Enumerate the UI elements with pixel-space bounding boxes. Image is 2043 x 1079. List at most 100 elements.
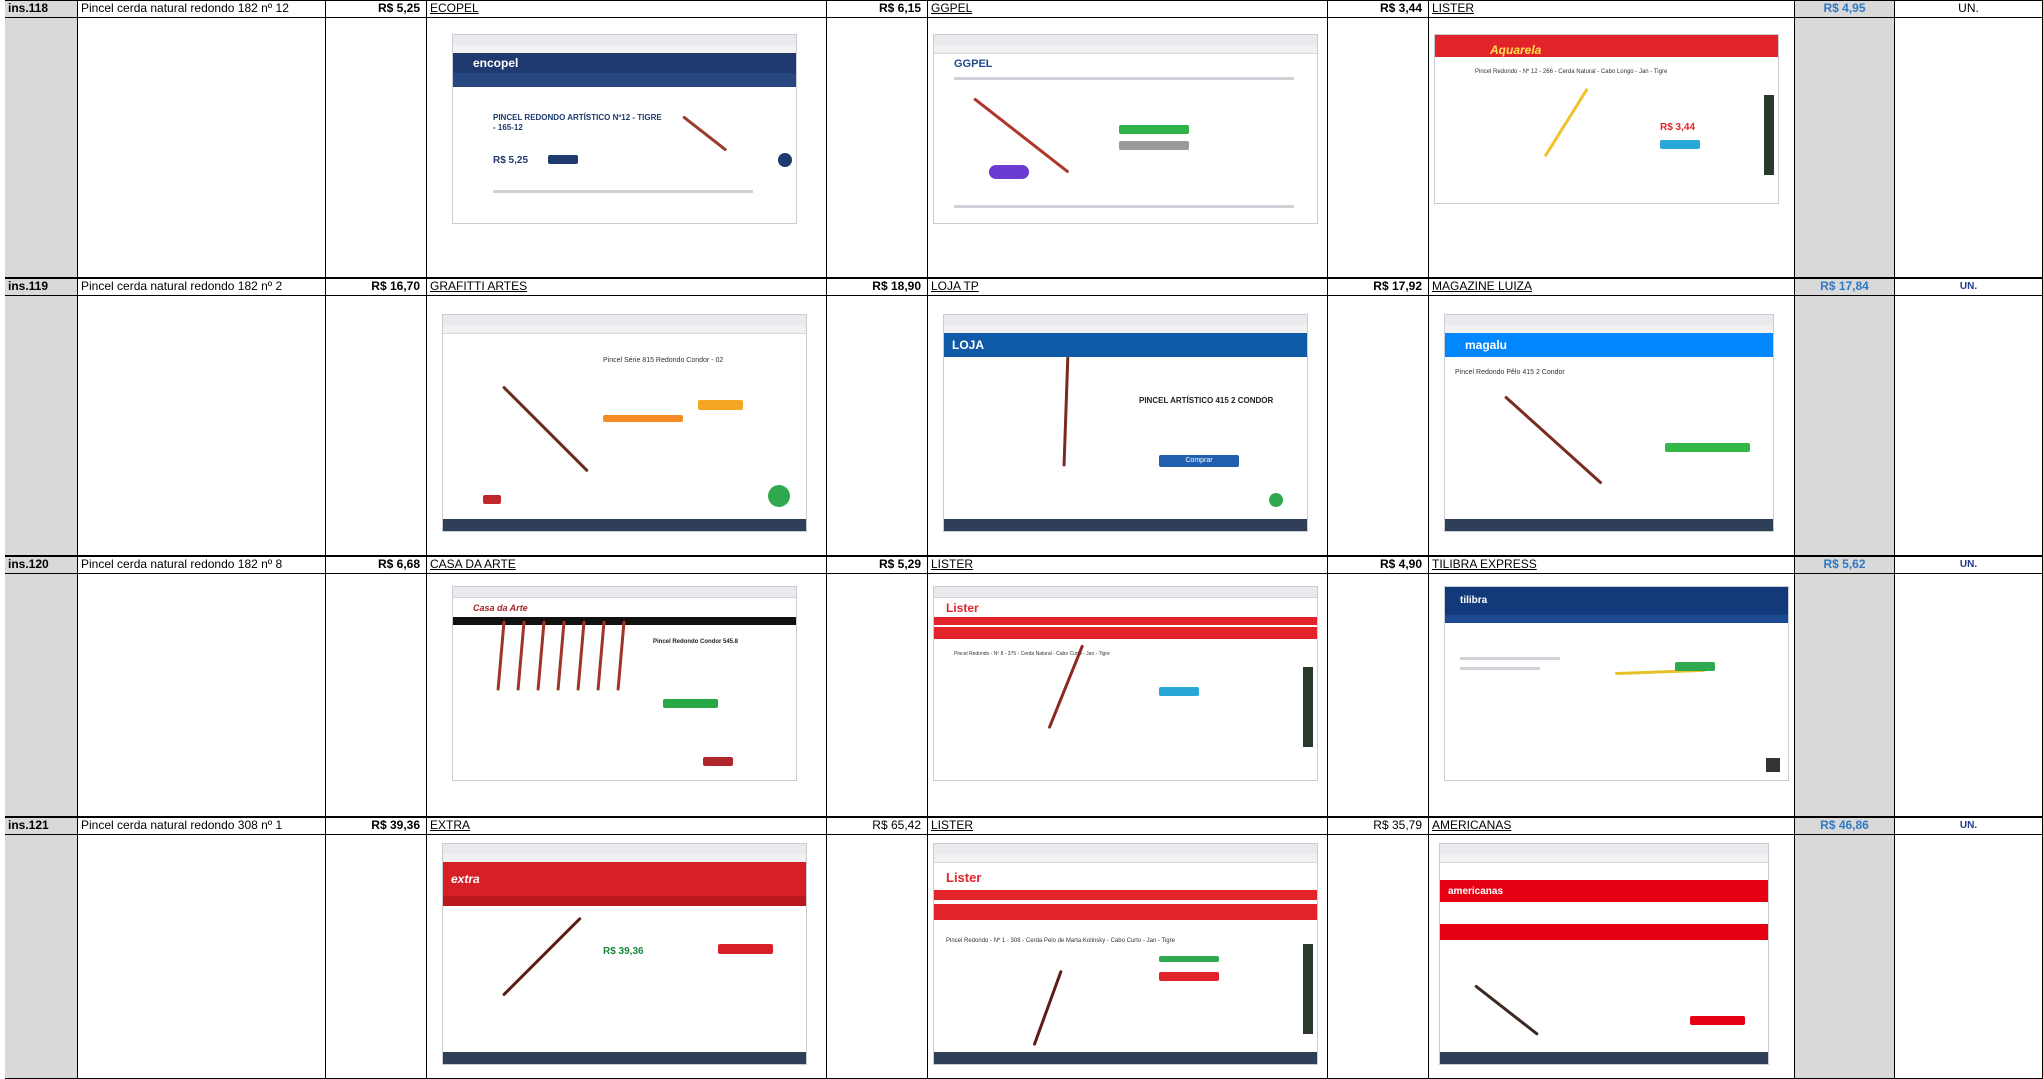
store-3-name[interactable]: TILIBRA EXPRESS xyxy=(1429,556,1795,574)
brush-icon xyxy=(682,115,728,152)
item-price[interactable]: R$ 6,68 xyxy=(326,556,427,574)
store-1-price[interactable]: R$ 18,90 xyxy=(827,278,928,296)
banner-title: Aquarela xyxy=(1490,43,1542,57)
item-id[interactable]: ins.120 xyxy=(5,556,78,574)
product-title: Pincel Série 815 Redondo Condor - 02 xyxy=(603,357,724,364)
item-id[interactable]: ins.121 xyxy=(5,817,78,835)
product-title: Pincel Redondo - Nº 12 - 266 - Cerda Nat… xyxy=(1475,69,1668,75)
side-tab[interactable] xyxy=(1303,667,1313,747)
desc-spacer xyxy=(78,18,326,278)
avg-spacer xyxy=(1795,296,1895,556)
buy-button[interactable]: Comprar xyxy=(1159,455,1239,467)
item-price[interactable]: R$ 39,36 xyxy=(326,817,427,835)
buy-button[interactable] xyxy=(663,699,718,708)
whatsapp-icon[interactable] xyxy=(1269,493,1283,507)
buy-button[interactable] xyxy=(548,155,578,164)
add-cart-button[interactable] xyxy=(1119,141,1189,150)
item-description[interactable]: Pincel cerda natural redondo 182 nº 12 xyxy=(78,0,326,18)
unit[interactable]: UN. xyxy=(1895,817,2043,835)
item-description[interactable]: Pincel cerda natural redondo 308 nº 1 xyxy=(78,817,326,835)
unit[interactable]: UN. xyxy=(1895,278,2043,296)
unit-spacer xyxy=(1895,18,2043,278)
desc-spacer xyxy=(78,574,326,817)
buy-button[interactable] xyxy=(1159,972,1219,981)
store-logo: GGPEL xyxy=(954,58,993,70)
brush-icon xyxy=(501,385,589,473)
item-price[interactable]: R$ 16,70 xyxy=(326,278,427,296)
store-1-name[interactable]: ECOPEL xyxy=(427,0,827,18)
buy-button[interactable] xyxy=(1675,662,1715,671)
buy-button[interactable] xyxy=(1119,125,1189,134)
brush-icon xyxy=(973,97,1070,174)
store-3-name[interactable]: LISTER xyxy=(1429,0,1795,18)
brush-icon xyxy=(1032,969,1063,1047)
store-2-name[interactable]: LOJA TP xyxy=(928,278,1328,296)
side-tab[interactable] xyxy=(1303,944,1313,1034)
item-id[interactable]: ins.119 xyxy=(5,278,78,296)
brand-logo xyxy=(989,165,1029,179)
buy-button[interactable] xyxy=(1660,140,1700,149)
store-2-screenshot-cell: GGPEL xyxy=(928,18,1328,278)
brush-icon xyxy=(1503,395,1603,485)
store-2-name[interactable]: LISTER xyxy=(928,556,1328,574)
buy-button[interactable] xyxy=(1690,1016,1745,1025)
accept-button[interactable] xyxy=(703,757,733,766)
average-price[interactable]: R$ 17,84 xyxy=(1795,278,1895,296)
product-title: PINCEL ARTÍSTICO 415 2 CONDOR xyxy=(1139,396,1274,405)
buy-button[interactable] xyxy=(718,944,773,954)
price-spacer xyxy=(1328,296,1429,556)
store-1-name[interactable]: CASA DA ARTE xyxy=(427,556,827,574)
store-2-price[interactable]: R$ 35,79 xyxy=(1328,817,1429,835)
store-1-price[interactable]: R$ 5,29 xyxy=(827,556,928,574)
product-title: Pincel Redondo Condor 545.8 xyxy=(653,639,739,645)
store-screenshot: encopel PINCEL REDONDO ARTÍSTICO Nº12 - … xyxy=(452,34,797,224)
product-title: PINCEL REDONDO ARTÍSTICO Nº12 - TIGRE - … xyxy=(493,113,662,132)
store-1-price[interactable]: R$ 65,42 xyxy=(827,817,928,835)
store-logo: Casa da Arte xyxy=(473,603,528,613)
average-price[interactable]: R$ 46,86 xyxy=(1795,817,1895,835)
store-3-screenshot-cell: Aquarela Pincel Redondo - Nº 12 - 266 - … xyxy=(1429,18,1795,278)
item-description[interactable]: Pincel cerda natural redondo 182 nº 2 xyxy=(78,278,326,296)
installments-bar xyxy=(603,415,683,422)
chat-icon[interactable] xyxy=(778,153,792,167)
store-2-name[interactable]: LISTER xyxy=(928,817,1328,835)
unit[interactable]: UN. xyxy=(1895,0,2043,18)
item-price[interactable]: R$ 5,25 xyxy=(326,0,427,18)
windows-taskbar xyxy=(1440,1052,1768,1064)
buy-button[interactable] xyxy=(1665,443,1750,452)
store-3-name[interactable]: MAGAZINE LUIZA xyxy=(1429,278,1795,296)
store-2-screenshot-cell: Lister Pincel Redondo - Nº 8 - 375 - Cer… xyxy=(928,574,1328,817)
average-price[interactable]: R$ 5,62 xyxy=(1795,556,1895,574)
whatsapp-icon[interactable] xyxy=(768,485,790,507)
unit[interactable]: UN. xyxy=(1895,556,2043,574)
store-logo: LOJA xyxy=(952,338,985,352)
price-spacer xyxy=(827,574,928,817)
scroll-top-button[interactable] xyxy=(1766,758,1780,772)
store-logo: magalu xyxy=(1465,338,1508,352)
store-2-name[interactable]: GGPEL xyxy=(928,0,1328,18)
store-screenshot: Aquarela Pincel Redondo - Nº 12 - 266 - … xyxy=(1434,34,1779,204)
store-1-price[interactable]: R$ 6,15 xyxy=(827,0,928,18)
store-3-name[interactable]: AMERICANAS xyxy=(1429,817,1795,835)
price-spacer xyxy=(326,296,427,556)
item-description[interactable]: Pincel cerda natural redondo 182 nº 8 xyxy=(78,556,326,574)
side-tab[interactable] xyxy=(1764,95,1774,175)
price-spacer xyxy=(827,18,928,278)
brush-icon xyxy=(501,916,582,997)
product-title: Pincel Redondo Pêlo 415 2 Condor xyxy=(1455,369,1565,376)
store-2-screenshot-cell: LOJA PINCEL ARTÍSTICO 415 2 CONDOR Compr… xyxy=(928,296,1328,556)
buy-button[interactable] xyxy=(1159,687,1199,696)
average-price[interactable]: R$ 4,95 xyxy=(1795,0,1895,18)
store-1-name[interactable]: EXTRA xyxy=(427,817,827,835)
store-2-price[interactable]: R$ 4,90 xyxy=(1328,556,1429,574)
store-1-name[interactable]: GRAFITTI ARTES xyxy=(427,278,827,296)
windows-taskbar xyxy=(944,519,1307,531)
item-id[interactable]: ins.118 xyxy=(5,0,78,18)
store-screenshot: LOJA PINCEL ARTÍSTICO 415 2 CONDOR Compr… xyxy=(943,314,1308,532)
product-price: R$ 3,44 xyxy=(1660,122,1696,133)
store-2-price[interactable]: R$ 3,44 xyxy=(1328,0,1429,18)
store-2-price[interactable]: R$ 17,92 xyxy=(1328,278,1429,296)
store-3-screenshot-cell: tilibra xyxy=(1429,574,1795,817)
store-screenshot: americanas xyxy=(1439,843,1769,1065)
buy-button[interactable] xyxy=(698,400,743,410)
